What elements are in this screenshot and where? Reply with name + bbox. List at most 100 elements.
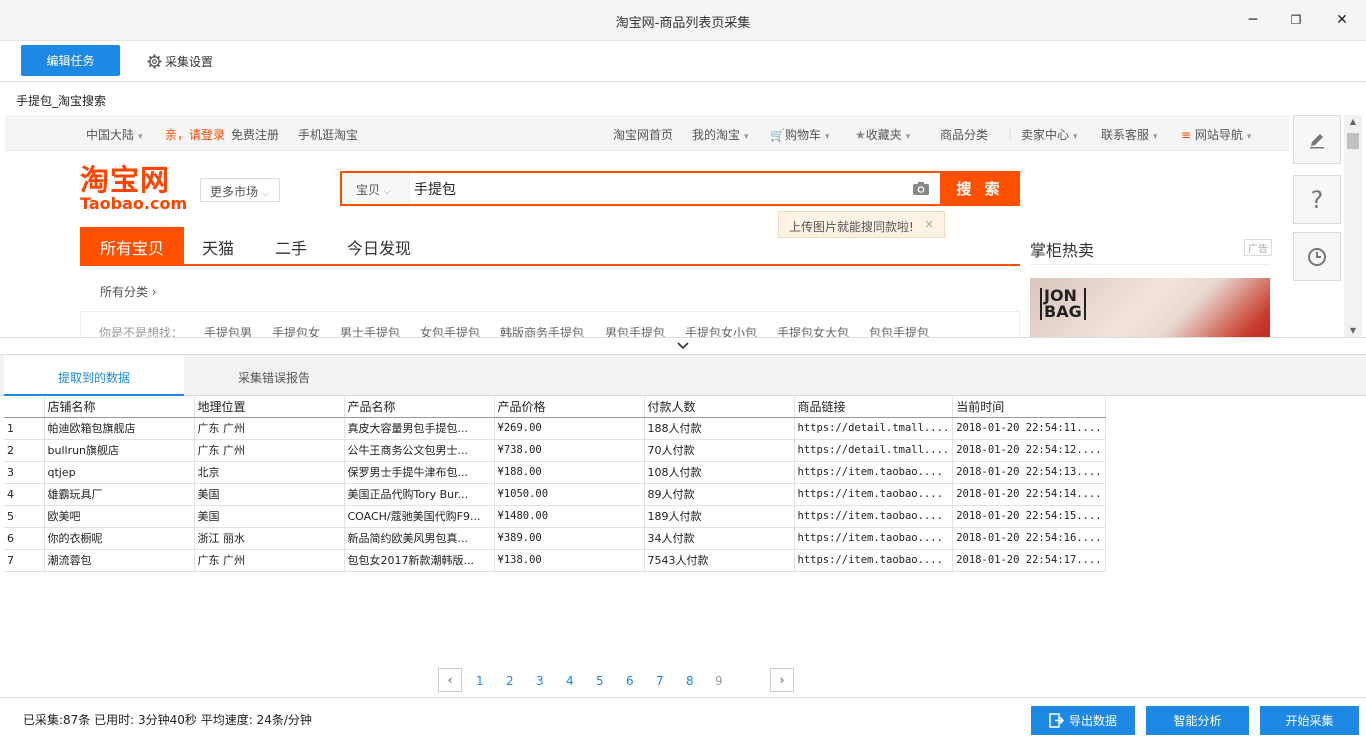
related-item[interactable]: 韩版商务手提包 xyxy=(500,324,584,337)
mobile-link[interactable]: 手机逛淘宝 xyxy=(298,126,358,143)
pencil-button[interactable] xyxy=(1293,115,1341,164)
time-cell: 2018-01-20 22:54:13.... xyxy=(952,461,1106,484)
page-link[interactable]: 9 xyxy=(715,674,723,688)
location-cell: 广东 广州 xyxy=(194,439,345,462)
product-name-cell: 新品简约欧美风男包真... xyxy=(344,527,495,550)
page-link[interactable]: 4 xyxy=(566,674,574,688)
scroll-up-icon[interactable]: ▲ xyxy=(1344,117,1362,126)
page-link[interactable]: 2 xyxy=(506,674,514,688)
close-button[interactable]: ✕ xyxy=(1332,10,1352,30)
taobao-logo[interactable]: 淘宝网 Taobao.com xyxy=(80,165,187,213)
column-header[interactable]: 付款人数 xyxy=(644,397,795,418)
column-header[interactable]: 店铺名称 xyxy=(44,397,195,418)
collapse-toggle[interactable] xyxy=(0,337,1366,355)
tab-error-report[interactable]: 采集错误报告 xyxy=(184,355,364,396)
divider xyxy=(1030,264,1270,265)
related-item[interactable]: 男士手提包 xyxy=(340,324,400,337)
search-input[interactable] xyxy=(414,177,904,201)
related-item[interactable]: 手提包女 xyxy=(272,324,320,337)
link-cell: https://item.taobao.... xyxy=(794,483,954,506)
menu-icon: ≡ xyxy=(1181,128,1192,142)
table-row[interactable]: 4 雄霸玩具厂 美国 美国正品代购Tory Bur... ¥1050.00 89… xyxy=(4,483,1106,506)
buyers-cell: 89人付款 xyxy=(644,483,795,506)
scroll-down-icon[interactable]: ▼ xyxy=(1344,326,1362,335)
related-item[interactable]: 手提包男 xyxy=(204,324,252,337)
price-cell: ¥1480.00 xyxy=(494,505,645,528)
column-header[interactable] xyxy=(4,397,45,418)
smart-analysis-button[interactable]: 智能分析 xyxy=(1146,706,1249,735)
cart-link[interactable]: 🛒购物车 ▾ xyxy=(770,126,830,143)
favorites-link[interactable]: ★收藏夹 ▾ xyxy=(855,126,910,143)
table-row[interactable]: 3 qtjep 北京 保罗男士手提牛津布包... ¥188.00 108人付款 … xyxy=(4,461,1106,484)
column-header[interactable]: 商品链接 xyxy=(794,397,954,418)
service-link[interactable]: 联系客服 ▾ xyxy=(1101,126,1158,143)
help-button[interactable]: ? xyxy=(1293,175,1341,224)
link-cell: https://detail.tmall.... xyxy=(794,417,954,440)
camera-icon[interactable] xyxy=(912,181,930,196)
edit-task-button[interactable]: 编辑任务 xyxy=(21,45,120,76)
table-row[interactable]: 6 你的衣橱呢 浙江 丽水 新品简约欧美风男包真... ¥389.00 34人付… xyxy=(4,527,1106,550)
table-row[interactable]: 7 潮流蓉包 广东 广州 包包女2017新款潮韩版... ¥138.00 754… xyxy=(4,549,1106,572)
price-cell: ¥738.00 xyxy=(494,439,645,462)
question-icon: ? xyxy=(1310,185,1324,214)
search-category-select[interactable]: 宝贝 ⌵ xyxy=(342,173,410,204)
page-link[interactable]: 3 xyxy=(536,674,544,688)
site-nav-link[interactable]: ≡ 网站导航 ▾ xyxy=(1181,126,1251,143)
shop-name-cell: qtjep xyxy=(44,461,195,484)
column-header[interactable]: 地理位置 xyxy=(194,397,345,418)
settings-button[interactable]: 采集设置 xyxy=(147,53,213,70)
page-link[interactable]: 6 xyxy=(626,674,634,688)
page-link[interactable]: 5 xyxy=(596,674,604,688)
related-item[interactable]: 女包手提包 xyxy=(420,324,480,337)
column-header[interactable]: 产品名称 xyxy=(344,397,495,418)
register-link[interactable]: 免费注册 xyxy=(231,126,279,143)
table-row[interactable]: 1 帕迪欧箱包旗舰店 广东 广州 真皮大容量男包手提包... ¥269.00 1… xyxy=(4,417,1106,440)
page-link[interactable]: 7 xyxy=(656,674,664,688)
table-header-row: 店铺名称 地理位置 产品名称 产品价格 付款人数 商品链接 当前时间 xyxy=(4,397,1106,418)
scroll-thumb[interactable] xyxy=(1347,133,1359,149)
related-item[interactable]: 包包手提包 xyxy=(869,324,929,337)
brand-logo: JON BAG xyxy=(1040,288,1086,320)
restore-button[interactable]: ❐ xyxy=(1286,10,1306,30)
login-link[interactable]: 亲，请登录 xyxy=(165,126,225,143)
page-link[interactable]: 8 xyxy=(686,674,694,688)
next-page-button[interactable]: › xyxy=(770,668,794,692)
tab-today-discover[interactable]: 今日发现 xyxy=(347,227,411,264)
column-header[interactable]: 当前时间 xyxy=(952,397,1106,418)
chevron-down-icon: ⌵ xyxy=(383,187,391,197)
more-market-dropdown[interactable]: 更多市场 ⌵ xyxy=(200,178,280,202)
home-link[interactable]: 淘宝网首页 xyxy=(613,126,673,143)
page-link[interactable]: 1 xyxy=(476,674,484,688)
table-row[interactable]: 5 欧美吧 美国 COACH/蔻驰美国代购F9... ¥1480.00 189人… xyxy=(4,505,1106,528)
link-cell: https://item.taobao.... xyxy=(794,461,954,484)
tab-all-items[interactable]: 所有宝贝 xyxy=(80,227,184,264)
export-data-button[interactable]: 导出数据 xyxy=(1031,706,1135,735)
table-row[interactable]: 2 bullrun旗舰店 广东 广州 公牛王商务公文包男士... ¥738.00… xyxy=(4,439,1106,462)
product-name-cell: 包包女2017新款潮韩版... xyxy=(344,549,495,572)
link-cell: https://item.taobao.... xyxy=(794,549,954,572)
tab-second-hand[interactable]: 二手 xyxy=(275,227,307,264)
seller-center-link[interactable]: 卖家中心 ▾ xyxy=(1021,126,1078,143)
start-collect-button[interactable]: 开始采集 xyxy=(1260,706,1359,735)
tab-extracted-data[interactable]: 提取到的数据 xyxy=(4,355,184,396)
column-header[interactable]: 产品价格 xyxy=(494,397,645,418)
buyers-cell: 70人付款 xyxy=(644,439,795,462)
nav-divider: | xyxy=(1008,126,1013,140)
row-index: 3 xyxy=(4,461,45,484)
prev-page-button[interactable]: ‹ xyxy=(438,668,462,692)
minimize-button[interactable]: ─ xyxy=(1243,10,1263,30)
webview-scrollbar[interactable]: ▲ ▼ xyxy=(1344,115,1362,337)
related-item[interactable]: 手提包女小包 xyxy=(685,324,757,337)
hot-sale-image[interactable]: JON BAG xyxy=(1030,278,1270,337)
related-item[interactable]: 手提包女大包 xyxy=(777,324,849,337)
region-selector[interactable]: 中国大陆 ▾ xyxy=(86,126,143,143)
categories-link[interactable]: 商品分类 xyxy=(940,126,988,143)
all-categories-link[interactable]: 所有分类 › xyxy=(100,283,157,300)
history-button[interactable] xyxy=(1293,232,1341,281)
taobao-webview[interactable]: 中国大陆 ▾ 亲，请登录 免费注册 手机逛淘宝 淘宝网首页 我的淘宝 ▾ 🛒购物车 ▾… xyxy=(5,115,1290,337)
my-taobao-link[interactable]: 我的淘宝 ▾ xyxy=(692,126,749,143)
tab-tmall[interactable]: 天猫 xyxy=(202,227,234,264)
price-cell: ¥389.00 xyxy=(494,527,645,550)
related-item[interactable]: 男包手提包 xyxy=(605,324,665,337)
search-button[interactable]: 搜 索 xyxy=(940,171,1020,206)
